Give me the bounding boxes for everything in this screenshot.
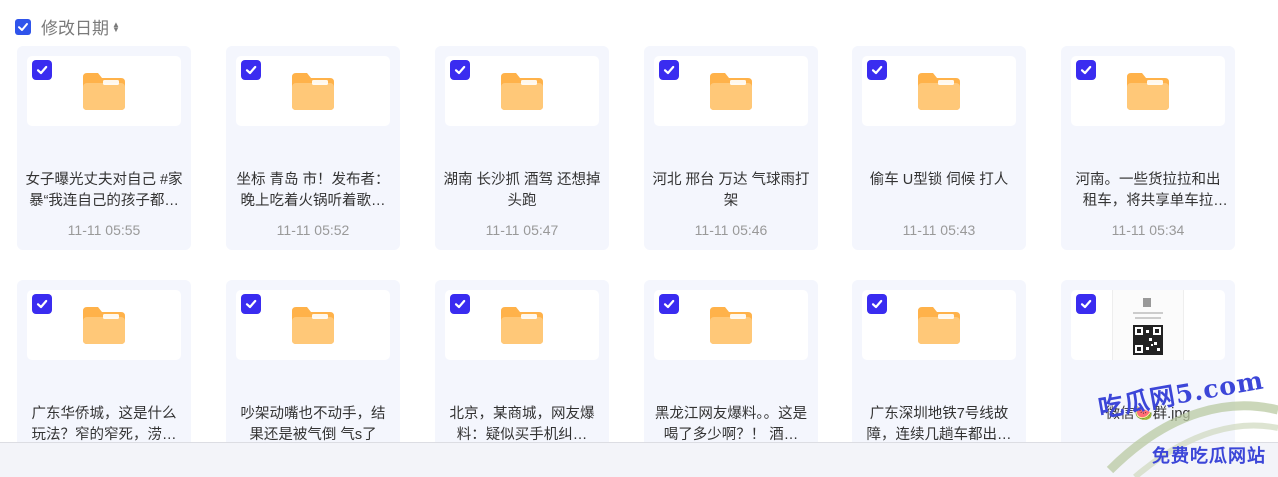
file-modified-date: 11-11 05:34 xyxy=(1111,222,1185,238)
folder-icon xyxy=(292,73,334,110)
folder-icon xyxy=(710,73,752,110)
file-modified-date: 11-11 05:55 xyxy=(67,222,141,238)
qr-code-icon xyxy=(1133,298,1163,355)
folder-icon xyxy=(292,307,334,344)
check-icon xyxy=(245,65,257,75)
item-checkbox[interactable] xyxy=(659,60,679,80)
file-name[interactable]: 广东深圳地铁7号线故障，连续几趟车都出… xyxy=(860,404,1018,446)
file-browser: 修改日期 ▲ ▼ 女子曝光丈夫对自己 #家暴“我连自己的孩子都… 11-11 05:… xyxy=(0,0,1278,477)
item-checkbox[interactable] xyxy=(450,60,470,80)
item-checkbox[interactable] xyxy=(867,294,887,314)
file-modified-date: 11-11 05:43 xyxy=(902,222,976,238)
file-card-folder[interactable]: 女子曝光丈夫对自己 #家暴“我连自己的孩子都… 11-11 05:55 xyxy=(17,46,191,250)
list-header: 修改日期 ▲ ▼ xyxy=(15,14,120,39)
file-name[interactable]: 偷车 U型锁 伺候 打人 xyxy=(860,170,1018,191)
check-icon xyxy=(663,65,675,75)
folder-icon xyxy=(710,307,752,344)
image-preview xyxy=(1112,290,1184,360)
item-checkbox[interactable] xyxy=(1076,60,1096,80)
folder-icon xyxy=(1127,73,1169,110)
file-card-folder[interactable]: 河北 邢台 万达 气球雨打架 11-11 05:46 xyxy=(644,46,818,250)
folder-icon xyxy=(83,307,125,344)
file-modified-date: 11-11 05:46 xyxy=(694,222,768,238)
select-all-checkbox[interactable] xyxy=(15,18,31,35)
watermark-subtext: 免费吃瓜网站 xyxy=(1152,446,1266,467)
check-icon xyxy=(1080,65,1092,75)
file-name[interactable]: 河南。一些货拉拉和出租车，将共享单车拉走… xyxy=(1069,170,1227,212)
file-name[interactable]: 吵架动嘴也不动手，结果还是被气倒 气s了 xyxy=(234,404,392,446)
folder-icon xyxy=(83,73,125,110)
file-name[interactable]: 广东华侨城，这是什么玩法？窄的窄死，涝… xyxy=(25,404,183,446)
folder-icon xyxy=(918,307,960,344)
file-modified-date: 11-11 05:52 xyxy=(276,222,350,238)
check-icon xyxy=(454,299,466,309)
check-icon xyxy=(871,65,883,75)
folder-icon xyxy=(918,73,960,110)
file-card-folder[interactable]: 河南。一些货拉拉和出租车，将共享单车拉走… 11-11 05:34 xyxy=(1061,46,1235,250)
check-icon xyxy=(36,65,48,75)
item-checkbox[interactable] xyxy=(241,294,261,314)
item-checkbox[interactable] xyxy=(32,60,52,80)
item-checkbox[interactable] xyxy=(241,60,261,80)
check-icon xyxy=(18,22,28,31)
check-icon xyxy=(1080,299,1092,309)
check-icon xyxy=(36,299,48,309)
file-name[interactable]: 黑龙江网友爆料。。这是喝了多少啊？！ 酒… xyxy=(652,404,810,446)
file-name[interactable]: 湖南 长沙抓 酒驾 还想掉头跑 xyxy=(443,170,601,212)
file-name[interactable]: 河北 邢台 万达 气球雨打架 xyxy=(652,170,810,212)
sort-by-modified-date[interactable]: 修改日期 ▲ ▼ xyxy=(41,14,120,39)
item-checkbox[interactable] xyxy=(450,294,470,314)
file-name[interactable]: 北京，某商城，网友爆料：疑似买手机纠… xyxy=(443,404,601,446)
check-icon xyxy=(245,299,257,309)
file-name[interactable]: 女子曝光丈夫对自己 #家暴“我连自己的孩子都… xyxy=(25,170,183,212)
file-name[interactable]: 坐标 青岛 市！发布者：晚上吃着火锅听着歌… xyxy=(234,170,392,212)
item-checkbox[interactable] xyxy=(32,294,52,314)
sort-label: 修改日期 xyxy=(41,19,109,38)
check-icon xyxy=(454,65,466,75)
sort-arrows-icon: ▲ ▼ xyxy=(112,19,120,34)
file-card-folder[interactable]: 湖南 长沙抓 酒驾 还想掉头跑 11-11 05:47 xyxy=(435,46,609,250)
item-checkbox[interactable] xyxy=(659,294,679,314)
check-icon xyxy=(663,299,675,309)
folder-icon xyxy=(501,73,543,110)
item-checkbox[interactable] xyxy=(867,60,887,80)
item-checkbox[interactable] xyxy=(1076,294,1096,314)
check-icon xyxy=(871,299,883,309)
file-card-folder[interactable]: 偷车 U型锁 伺候 打人 11-11 05:43 xyxy=(852,46,1026,250)
file-card-folder[interactable]: 坐标 青岛 市！发布者：晚上吃着火锅听着歌… 11-11 05:52 xyxy=(226,46,400,250)
file-modified-date: 11-11 05:47 xyxy=(485,222,559,238)
folder-icon xyxy=(501,307,543,344)
